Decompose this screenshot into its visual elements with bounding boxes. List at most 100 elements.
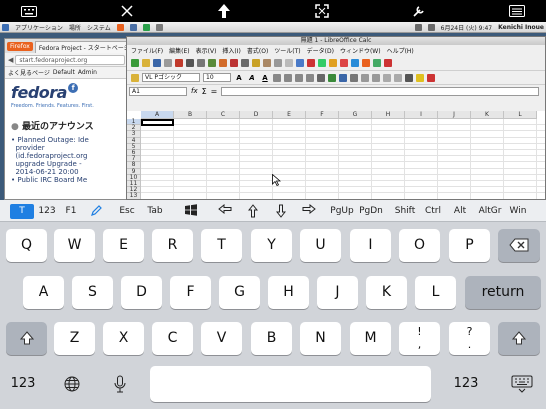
tab-key[interactable]: Tab <box>142 204 168 219</box>
pivot-table-icon[interactable] <box>351 58 359 67</box>
key-y[interactable]: Y <box>251 229 292 262</box>
column-header[interactable]: L <box>504 111 537 119</box>
arrow-left-icon[interactable] <box>214 203 236 219</box>
key-q[interactable]: Q <box>6 229 47 262</box>
menu-icon[interactable] <box>506 2 528 20</box>
fedora-menu-icon[interactable] <box>2 23 9 31</box>
mode-function-tab[interactable]: F1 <box>62 204 80 219</box>
back-arrow-icon[interactable]: ◀ <box>8 56 13 64</box>
pgup-key[interactable]: PgUp <box>328 204 356 219</box>
key-d[interactable]: D <box>121 276 162 309</box>
backspace-key[interactable] <box>498 229 540 262</box>
firefox-window[interactable]: Firefox Fedora Project - スタートページ ◀ start… <box>4 38 129 200</box>
save-icon[interactable] <box>153 58 161 67</box>
calc-window[interactable]: 無題 1 - LibreOffice Calc ファイル(F) 編集(E) 表示… <box>126 36 546 200</box>
wrench-icon[interactable] <box>408 2 430 20</box>
open-folder-icon[interactable] <box>142 58 150 67</box>
key-b[interactable]: B <box>251 322 292 355</box>
column-header[interactable]: A <box>141 111 174 119</box>
numbers-key-right[interactable]: 123 <box>446 365 486 403</box>
key-g[interactable]: G <box>219 276 260 309</box>
key-j[interactable]: J <box>317 276 358 309</box>
outdent-icon[interactable] <box>394 73 402 82</box>
hyperlink-icon[interactable] <box>296 58 304 67</box>
key-f[interactable]: F <box>170 276 211 309</box>
font-name-box[interactable]: VL Pゴシック <box>142 73 200 82</box>
underline-icon[interactable]: A <box>260 74 270 82</box>
number-format-icon[interactable] <box>350 73 358 82</box>
key-e[interactable]: E <box>103 229 144 262</box>
altgr-key[interactable]: AltGr <box>476 204 504 219</box>
row-header[interactable]: 13 <box>127 193 141 199</box>
indent-icon[interactable] <box>383 73 391 82</box>
windows-logo-icon[interactable] <box>180 204 202 219</box>
key-u[interactable]: U <box>300 229 341 262</box>
announcement-line[interactable]: (id.fedoraproject.org <box>11 152 122 160</box>
edit-file-icon[interactable] <box>164 58 172 67</box>
esc-key[interactable]: Esc <box>114 204 140 219</box>
column-header[interactable]: D <box>240 111 273 119</box>
bold-icon[interactable]: A <box>234 74 244 82</box>
key-t[interactable]: T <box>201 229 242 262</box>
key-exclam-comma[interactable]: ! , <box>399 322 440 355</box>
function-wizard-icon[interactable]: fx <box>191 87 198 95</box>
shift-left-key[interactable] <box>6 322 47 355</box>
print-preview-icon[interactable] <box>197 58 205 67</box>
applications-menu[interactable]: アプリケーション <box>15 23 63 32</box>
chart-icon[interactable] <box>340 58 348 67</box>
clone-format-icon[interactable] <box>263 58 271 67</box>
mode-text-tab[interactable]: T <box>10 204 34 219</box>
ctrl-key[interactable]: Ctrl <box>422 204 444 219</box>
key-o[interactable]: O <box>399 229 440 262</box>
hide-keyboard-icon[interactable] <box>502 365 542 403</box>
announcement-line[interactable]: provider <box>11 144 122 152</box>
close-icon[interactable] <box>116 2 138 20</box>
key-k[interactable]: K <box>366 276 407 309</box>
firefox-launcher-icon[interactable] <box>116 23 124 31</box>
font-color-icon[interactable] <box>427 73 435 82</box>
sort-ascending-icon[interactable] <box>307 58 315 67</box>
navigator-icon[interactable] <box>373 58 381 67</box>
sort-descending-icon[interactable] <box>318 58 326 67</box>
column-header[interactable]: H <box>372 111 405 119</box>
name-box[interactable]: A1 <box>129 86 187 96</box>
firefox-menu-button[interactable]: Firefox <box>7 41 33 51</box>
key-question-period[interactable]: ? . <box>449 322 490 355</box>
url-bar[interactable]: start.fedoraproject.org <box>15 54 125 65</box>
key-l[interactable]: L <box>415 276 456 309</box>
arrow-up-icon[interactable] <box>243 204 263 219</box>
menu-file[interactable]: ファイル(F) <box>131 46 163 55</box>
key-v[interactable]: V <box>201 322 242 355</box>
column-header[interactable]: B <box>174 111 207 119</box>
network-icon[interactable] <box>414 23 422 31</box>
upload-arrow-icon[interactable] <box>213 2 235 20</box>
keyboard-icon[interactable] <box>18 2 40 20</box>
win-key[interactable]: Win <box>506 204 530 219</box>
space-bar[interactable] <box>150 366 431 402</box>
arrow-right-icon[interactable] <box>298 203 320 219</box>
delete-decimal-icon[interactable] <box>372 73 380 82</box>
justify-icon[interactable] <box>306 73 314 82</box>
key-h[interactable]: H <box>268 276 309 309</box>
key-z[interactable]: Z <box>54 322 95 355</box>
add-decimal-icon[interactable] <box>361 73 369 82</box>
percent-format-icon[interactable] <box>339 73 347 82</box>
globe-icon[interactable] <box>52 365 92 403</box>
background-color-icon[interactable] <box>416 73 424 82</box>
menu-view[interactable]: 表示(V) <box>196 46 217 55</box>
volume-icon[interactable] <box>427 23 435 31</box>
fullscreen-icon[interactable] <box>311 2 333 20</box>
arrow-down-icon[interactable] <box>271 204 291 219</box>
return-key[interactable]: return <box>465 276 541 309</box>
paste-icon[interactable] <box>252 58 260 67</box>
terminal-launcher-icon[interactable] <box>155 23 163 31</box>
pen-icon[interactable] <box>86 204 108 219</box>
system-menu[interactable]: システム <box>87 23 111 32</box>
menu-help[interactable]: ヘルプ(H) <box>387 46 414 55</box>
key-x[interactable]: X <box>103 322 144 355</box>
column-header[interactable]: G <box>339 111 372 119</box>
column-header[interactable]: I <box>405 111 438 119</box>
export-pdf-icon[interactable] <box>175 58 183 67</box>
selected-cell[interactable] <box>141 119 174 127</box>
italic-icon[interactable]: A <box>247 74 257 82</box>
